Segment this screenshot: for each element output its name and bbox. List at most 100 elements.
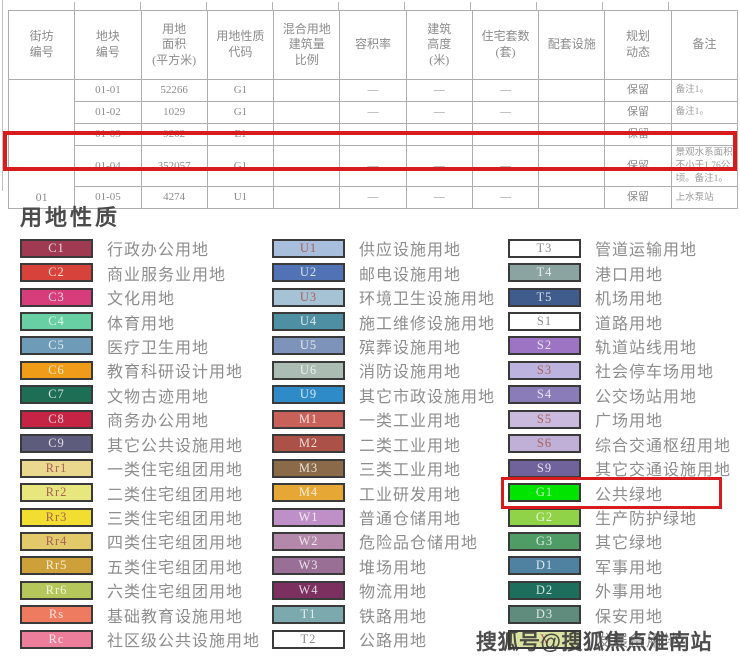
cell-status: 保留 [605, 187, 671, 209]
legend-swatch: S3 [508, 361, 581, 380]
legend-swatch: Rr2 [20, 483, 93, 502]
col-header-2: 用地 面积 (平方米) [141, 11, 207, 80]
legend-item-rr6: Rr6六类住宅组团用地 [20, 578, 260, 602]
legend-item-s1: S1道路用地 [508, 309, 731, 333]
legend-swatch: Rr3 [20, 508, 93, 527]
legend-swatch: C5 [20, 336, 93, 355]
cell-facilities [539, 80, 605, 102]
legend-item-u3: U3环境卫生设施用地 [272, 285, 495, 309]
stub-line [470, 2, 471, 11]
legend-item-m1: M1一类工业用地 [272, 407, 495, 431]
legend-swatch: M1 [272, 410, 345, 429]
col-header-1: 地块 编号 [75, 11, 141, 80]
cell-status: 保留 [605, 102, 671, 124]
cell-plot-id: 01-01 [75, 80, 141, 102]
table-row: 0101-0152266G1———保留备注1。 [9, 80, 738, 102]
table-row: 01-021029G1———保留备注1。 [9, 102, 738, 124]
legend-item-w3: W3 堆场用地 [272, 554, 495, 578]
legend-label: 保安用地 [595, 603, 663, 627]
cell-facilities [539, 187, 605, 209]
legend-item-t3: T3管道运输用地 [508, 236, 731, 260]
col-header-4: 混合用地 建筑量 比例 [274, 11, 340, 80]
legend-swatch: D1 [508, 556, 581, 575]
legend-item-t2: T2公路用地 [272, 627, 495, 651]
legend-label: 机场用地 [595, 285, 663, 309]
legend-label: 工业研发用地 [359, 481, 461, 505]
cell-units: — [472, 102, 538, 124]
table-header-row: 街坊 编号地块 编号用地 面积 (平方米)用地性质 代码混合用地 建筑量 比例容… [9, 11, 738, 80]
legend-label: 道路用地 [595, 310, 663, 334]
legend-label: 其它绿地 [595, 529, 663, 553]
legend-swatch: S5 [508, 410, 581, 429]
cell-area: 52266 [141, 80, 207, 102]
legend-item-c3: C3文化用地 [20, 285, 260, 309]
legend-label: 邮电设施用地 [359, 261, 461, 285]
col-header-7: 住宅套数 (套) [472, 11, 538, 80]
legend-item-s5: S5广场用地 [508, 407, 731, 431]
col-header-3: 用地性质 代码 [207, 11, 273, 80]
stub-line [74, 2, 75, 11]
cell-remark: 备注1。 [671, 80, 737, 102]
legend-item-c4: C4体育用地 [20, 309, 260, 333]
legend-label: 铁路用地 [359, 603, 427, 627]
legend-label: 管道运输用地 [595, 236, 697, 260]
legend-swatch: S6 [508, 434, 581, 453]
legend-label: 堆场用地 [359, 554, 427, 578]
legend-label: 港口用地 [595, 261, 663, 285]
legend-label: 社会停车场用地 [595, 358, 714, 382]
legend-item-m3: M3 三类工业用地 [272, 456, 495, 480]
stub-line [536, 2, 537, 11]
legend-item-rs: Rs基础教育设施用地 [20, 603, 260, 627]
legend-item-u6: U6消防设施用地 [272, 358, 495, 382]
stub-line [602, 2, 603, 11]
legend-item-rc: Rc社区级公共设施用地 [20, 627, 260, 651]
legend-label: 三类住宅组团用地 [107, 505, 243, 529]
legend-item-t1: T1铁路用地 [272, 603, 495, 627]
legend-column-2: U1供应设施用地U2邮电设施用地U3环境卫生设施用地U4施工维修设施用地U5殡葬… [272, 236, 495, 651]
legend-swatch: S9 [508, 459, 581, 478]
legend-label: 普通仓储用地 [359, 505, 461, 529]
legend-label: 物流用地 [359, 578, 427, 602]
stub-line [668, 2, 669, 11]
legend-swatch: W4 [272, 581, 345, 600]
cell-height: — [406, 102, 472, 124]
legend-label: 行政办公用地 [107, 236, 209, 260]
legend-label: 五类住宅组团用地 [107, 554, 243, 578]
legend-swatch: T5 [508, 288, 581, 307]
legend-label: 商务办公用地 [107, 407, 209, 431]
legend-swatch: U2 [272, 263, 345, 282]
legend-label: 公交场站用地 [595, 383, 697, 407]
legend-swatch: S2 [508, 336, 581, 355]
cell-far: — [340, 102, 406, 124]
stub-line [338, 2, 339, 11]
legend-item-t4: T4 港口用地 [508, 260, 731, 284]
legend-item-rr5: Rr5五类住宅组团用地 [20, 554, 260, 578]
legend-swatch: C8 [20, 410, 93, 429]
cell-remark: 备注1。 [671, 102, 737, 124]
legend-label: 文化用地 [107, 285, 175, 309]
cell-landuse-code: G1 [207, 80, 273, 102]
cell-far: — [340, 187, 406, 209]
legend-swatch: W2 [272, 532, 345, 551]
legend-swatch: W3 [272, 556, 345, 575]
cell-height: — [406, 187, 472, 209]
legend-swatch: Rr6 [20, 581, 93, 600]
legend-swatch: T4 [508, 263, 581, 282]
legend-swatch: U5 [272, 336, 345, 355]
legend-item-c6: C6教育科研设计用地 [20, 358, 260, 382]
legend-label: 三类工业用地 [359, 456, 461, 480]
legend-swatch: G2 [508, 508, 581, 527]
legend-swatch: U4 [272, 312, 345, 331]
legend-item-w1: W1普通仓储用地 [272, 505, 495, 529]
legend-swatch: C2 [20, 263, 93, 282]
cell-facilities [539, 102, 605, 124]
watermark: 搜狐号@搜狐焦点淮南站 [476, 626, 712, 656]
cell-status: 保留 [605, 80, 671, 102]
stub-line [404, 2, 405, 11]
legend-swatch: U1 [272, 239, 345, 258]
legend-swatch: M3 [272, 459, 345, 478]
legend-item-s6: S6综合交通枢纽用地 [508, 432, 731, 456]
legend-item-s3: S3 社会停车场用地 [508, 358, 731, 382]
cell-landuse-code: U1 [207, 187, 273, 209]
legend-label: 轨道站线用地 [595, 334, 697, 358]
